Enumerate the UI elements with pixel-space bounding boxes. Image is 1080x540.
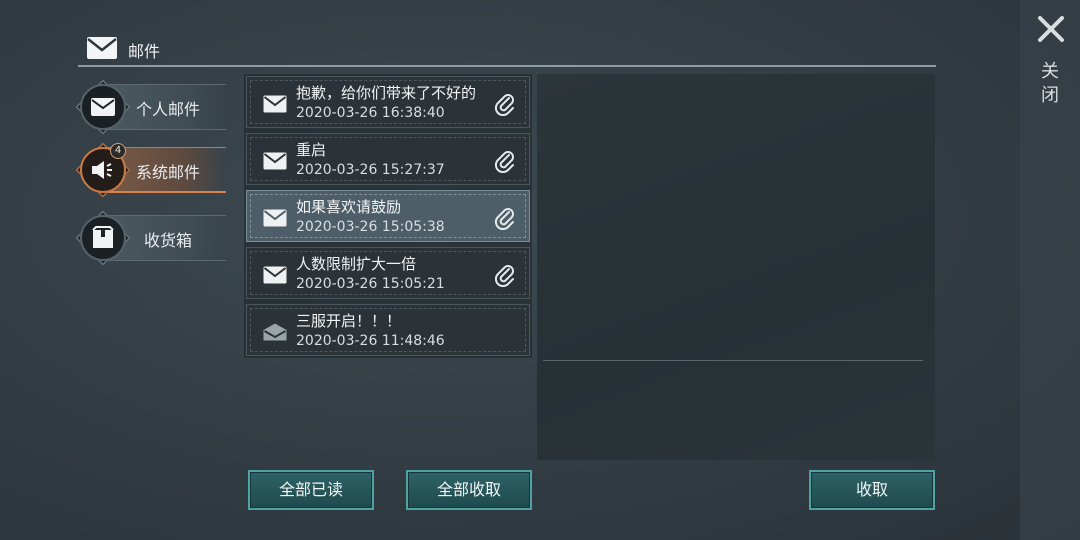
mail-title: 如果喜欢请鼓励 xyxy=(296,198,402,216)
tab-label: 个人邮件 xyxy=(136,100,201,119)
close-icon[interactable] xyxy=(1036,14,1066,44)
mail-time: 2020-03-26 15:05:38 xyxy=(296,219,445,235)
envelope-icon xyxy=(87,37,117,59)
collect-button[interactable]: 收取 xyxy=(809,470,935,510)
mail-title: 重启 xyxy=(296,141,327,159)
mail-list-item[interactable]: 人数限制扩大一倍 2020-03-26 15:05:21 xyxy=(246,247,530,299)
tab-personal-mail[interactable]: 个人邮件 xyxy=(75,79,226,135)
mail-time: 2020-03-26 11:48:46 xyxy=(296,333,445,349)
mark-all-read-button[interactable]: 全部已读 xyxy=(248,470,374,510)
envelope-icon xyxy=(263,95,287,113)
mail-list-item[interactable]: 抱歉，给你们带来了不好的 2020-03-26 16:38:40 xyxy=(246,76,530,128)
close-panel[interactable]: 关闭 xyxy=(1020,0,1080,540)
header-divider xyxy=(78,65,936,67)
paperclip-icon xyxy=(494,151,514,173)
tab-label: 收货箱 xyxy=(144,231,193,250)
mail-title: 抱歉，给你们带来了不好的 xyxy=(296,84,477,102)
attachment-divider xyxy=(543,360,923,361)
paperclip-icon xyxy=(494,94,514,116)
mail-title: 三服开启！！！ xyxy=(296,312,402,330)
unread-count-badge: 4 xyxy=(110,143,126,159)
collect-all-button[interactable]: 全部收取 xyxy=(406,470,532,510)
tab-inbox-goods[interactable]: 收货箱 xyxy=(75,210,226,266)
envelope-icon xyxy=(263,209,287,227)
mail-detail-panel xyxy=(537,74,935,460)
box-icon xyxy=(92,226,114,248)
mail-header: 邮件 xyxy=(78,30,936,68)
tab-label: 系统邮件 xyxy=(136,163,201,182)
mail-list-item-selected[interactable]: 如果喜欢请鼓励 2020-03-26 15:05:38 xyxy=(246,190,530,242)
mail-time: 2020-03-26 15:05:21 xyxy=(296,276,445,292)
mail-list-item[interactable]: 三服开启！！！ 2020-03-26 11:48:46 xyxy=(246,304,530,356)
envelope-icon xyxy=(91,98,115,116)
tab-system-mail[interactable]: 4 系统邮件 xyxy=(75,142,226,198)
close-label[interactable]: 关闭 xyxy=(1040,60,1060,108)
open-envelope-icon xyxy=(263,323,287,341)
mail-list[interactable]: 抱歉，给你们带来了不好的 2020-03-26 16:38:40 重启 2020… xyxy=(244,74,532,358)
mail-time: 2020-03-26 15:27:37 xyxy=(296,162,445,178)
envelope-icon xyxy=(263,152,287,170)
paperclip-icon xyxy=(494,265,514,287)
paperclip-icon xyxy=(494,208,514,230)
envelope-icon xyxy=(263,266,287,284)
mail-time: 2020-03-26 16:38:40 xyxy=(296,105,445,121)
speaker-icon xyxy=(92,161,112,179)
mail-title: 人数限制扩大一倍 xyxy=(296,255,417,273)
page-title: 邮件 xyxy=(128,42,161,61)
mail-list-item[interactable]: 重启 2020-03-26 15:27:37 xyxy=(246,133,530,185)
